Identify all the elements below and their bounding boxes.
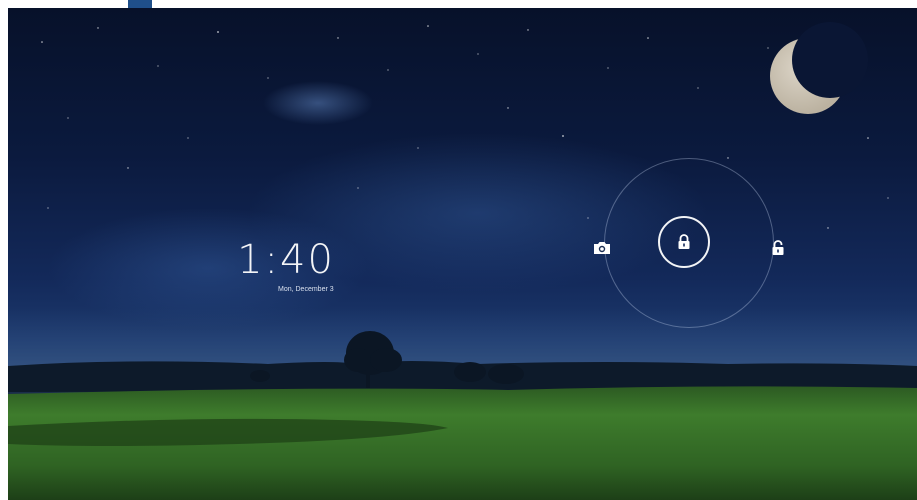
top-strip xyxy=(0,0,917,8)
page: 1:40 Mon, December 3 xyxy=(0,0,917,500)
lock-icon xyxy=(678,234,690,249)
camera-icon xyxy=(594,242,610,254)
unlock-target[interactable] xyxy=(766,236,790,260)
clock-widget: 1:40 Mon, December 3 xyxy=(226,237,346,293)
unlock-icon xyxy=(772,240,784,255)
unlock-handle[interactable] xyxy=(658,216,710,268)
clock-time: 1:40 xyxy=(237,237,335,283)
clock-date: Mon, December 3 xyxy=(278,286,334,293)
camera-target[interactable] xyxy=(590,236,614,260)
selection-highlight xyxy=(128,0,152,8)
